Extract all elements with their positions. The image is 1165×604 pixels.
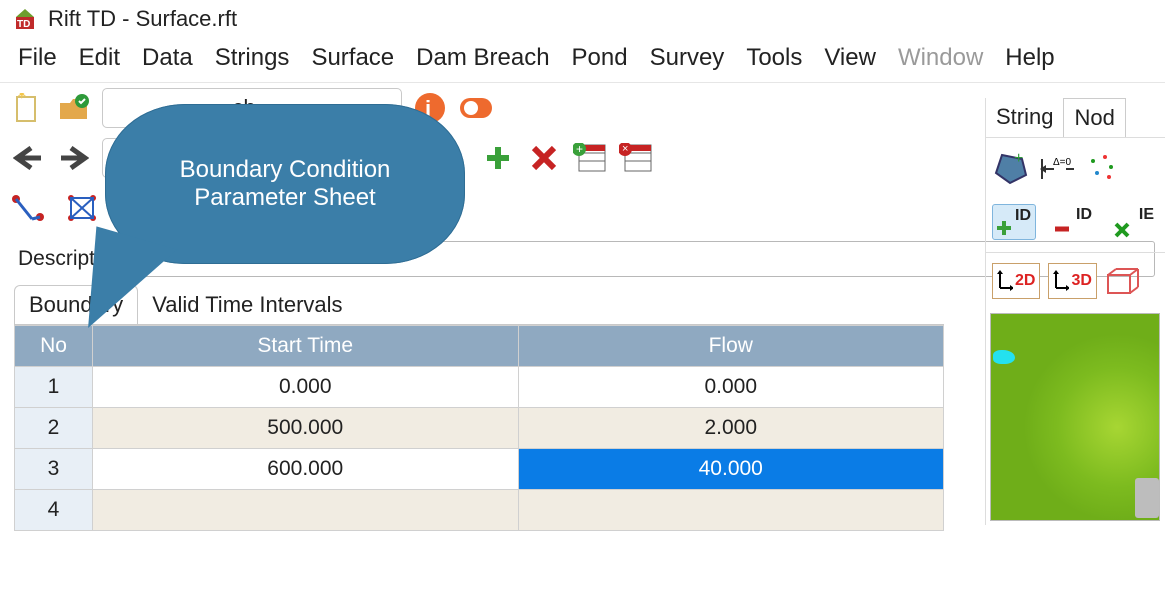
row-header[interactable]: 3 — [15, 449, 93, 490]
col-header-start-time[interactable]: Start Time — [93, 326, 519, 367]
menu-file[interactable]: File — [18, 44, 57, 72]
menu-survey[interactable]: Survey — [650, 44, 725, 72]
clear-id-button[interactable]: IE — [1112, 204, 1156, 240]
table-row[interactable]: 1 0.000 0.000 — [15, 367, 944, 408]
cell-flow[interactable]: 40.000 — [518, 449, 944, 490]
title-bar: TD Rift TD - Surface.rft — [0, 0, 1165, 38]
view-3d-button[interactable]: 3D — [1048, 263, 1096, 299]
add-icon[interactable] — [480, 140, 516, 176]
row-header[interactable]: 2 — [15, 408, 93, 449]
window-title: Rift TD - Surface.rft — [48, 6, 237, 32]
cell-flow[interactable]: 2.000 — [518, 408, 944, 449]
svg-text:Δ=0: Δ=0 — [1053, 157, 1072, 168]
add-polygon-icon[interactable]: + — [992, 150, 1028, 186]
svg-text:×: × — [622, 143, 628, 155]
menu-help[interactable]: Help — [1005, 44, 1054, 72]
row-header[interactable]: 1 — [15, 367, 93, 408]
view-2d-button[interactable]: 2D — [992, 263, 1040, 299]
cell-start-time[interactable]: 600.000 — [93, 449, 519, 490]
cell-start-time[interactable]: 0.000 — [93, 367, 519, 408]
id-label: ID — [1015, 207, 1031, 225]
callout-line1: Boundary Condition — [105, 156, 465, 184]
box-view-icon[interactable] — [1105, 263, 1141, 299]
delete-icon[interactable] — [526, 140, 562, 176]
add-table-icon[interactable]: + — [572, 140, 608, 176]
menu-surface[interactable]: Surface — [311, 44, 394, 72]
table-row[interactable]: 3 600.000 40.000 — [15, 449, 944, 490]
menu-bar: File Edit Data Strings Surface Dam Breac… — [0, 38, 1165, 82]
menu-strings[interactable]: Strings — [215, 44, 290, 72]
right-panel: String Nod + Δ=0 ID ID IE 2D 3D — [985, 98, 1165, 525]
id-label: ID — [1076, 206, 1092, 224]
col-header-no[interactable]: No — [15, 326, 93, 367]
svg-text:✶: ✶ — [16, 93, 28, 102]
toggle-pill-icon[interactable] — [458, 90, 494, 126]
add-id-button[interactable]: ID — [992, 204, 1036, 240]
menu-data[interactable]: Data — [142, 44, 193, 72]
menu-view[interactable]: View — [824, 44, 876, 72]
col-header-flow[interactable]: Flow — [518, 326, 944, 367]
right-id-row: ID ID IE — [986, 198, 1165, 253]
right-tools: + Δ=0 — [986, 138, 1165, 198]
scatter-icon[interactable] — [1084, 150, 1120, 186]
scrollbar-thumb[interactable] — [1135, 478, 1159, 518]
remove-table-icon[interactable]: × — [618, 140, 654, 176]
svg-text:+: + — [576, 143, 583, 156]
forward-arrow-icon[interactable] — [56, 140, 92, 176]
menu-pond[interactable]: Pond — [572, 44, 628, 72]
menu-dam-breach[interactable]: Dam Breach — [416, 44, 549, 72]
open-folder-icon[interactable] — [56, 90, 92, 126]
svg-text:TD: TD — [17, 19, 30, 30]
tab-valid-time-intervals[interactable]: Valid Time Intervals — [138, 286, 356, 324]
right-tabs: String Nod — [986, 98, 1165, 138]
cell-start-time[interactable]: 500.000 — [93, 408, 519, 449]
app-icon: TD — [14, 7, 38, 31]
new-file-icon[interactable]: ✶ — [10, 90, 46, 126]
remove-id-button[interactable]: ID — [1052, 204, 1096, 240]
cell-flow[interactable] — [518, 490, 944, 531]
table-row[interactable]: 2 500.000 2.000 — [15, 408, 944, 449]
back-arrow-icon[interactable] — [10, 140, 46, 176]
table-row[interactable]: 4 — [15, 490, 944, 531]
row-header[interactable]: 4 — [15, 490, 93, 531]
svg-text:+: + — [1014, 151, 1023, 167]
callout-bubble: Boundary Condition Parameter Sheet — [105, 104, 465, 264]
callout-line2: Parameter Sheet — [105, 184, 465, 212]
axis-2d-label: 2D — [1015, 272, 1035, 290]
menu-tools[interactable]: Tools — [746, 44, 802, 72]
tab-string[interactable]: String — [986, 98, 1063, 137]
cell-start-time[interactable] — [93, 490, 519, 531]
delta-tool-icon[interactable]: Δ=0 — [1038, 150, 1074, 186]
parameter-sheet: No Start Time Flow 1 0.000 0.000 2 500.0… — [14, 324, 944, 531]
menu-window[interactable]: Window — [898, 44, 983, 72]
axis-3d-label: 3D — [1071, 272, 1091, 290]
view-axis-buttons: 2D 3D — [986, 253, 1165, 309]
menu-edit[interactable]: Edit — [79, 44, 120, 72]
string-icon[interactable] — [10, 190, 46, 226]
mesh-icon[interactable] — [64, 190, 100, 226]
cell-flow[interactable]: 0.000 — [518, 367, 944, 408]
tab-node[interactable]: Nod — [1063, 98, 1125, 137]
